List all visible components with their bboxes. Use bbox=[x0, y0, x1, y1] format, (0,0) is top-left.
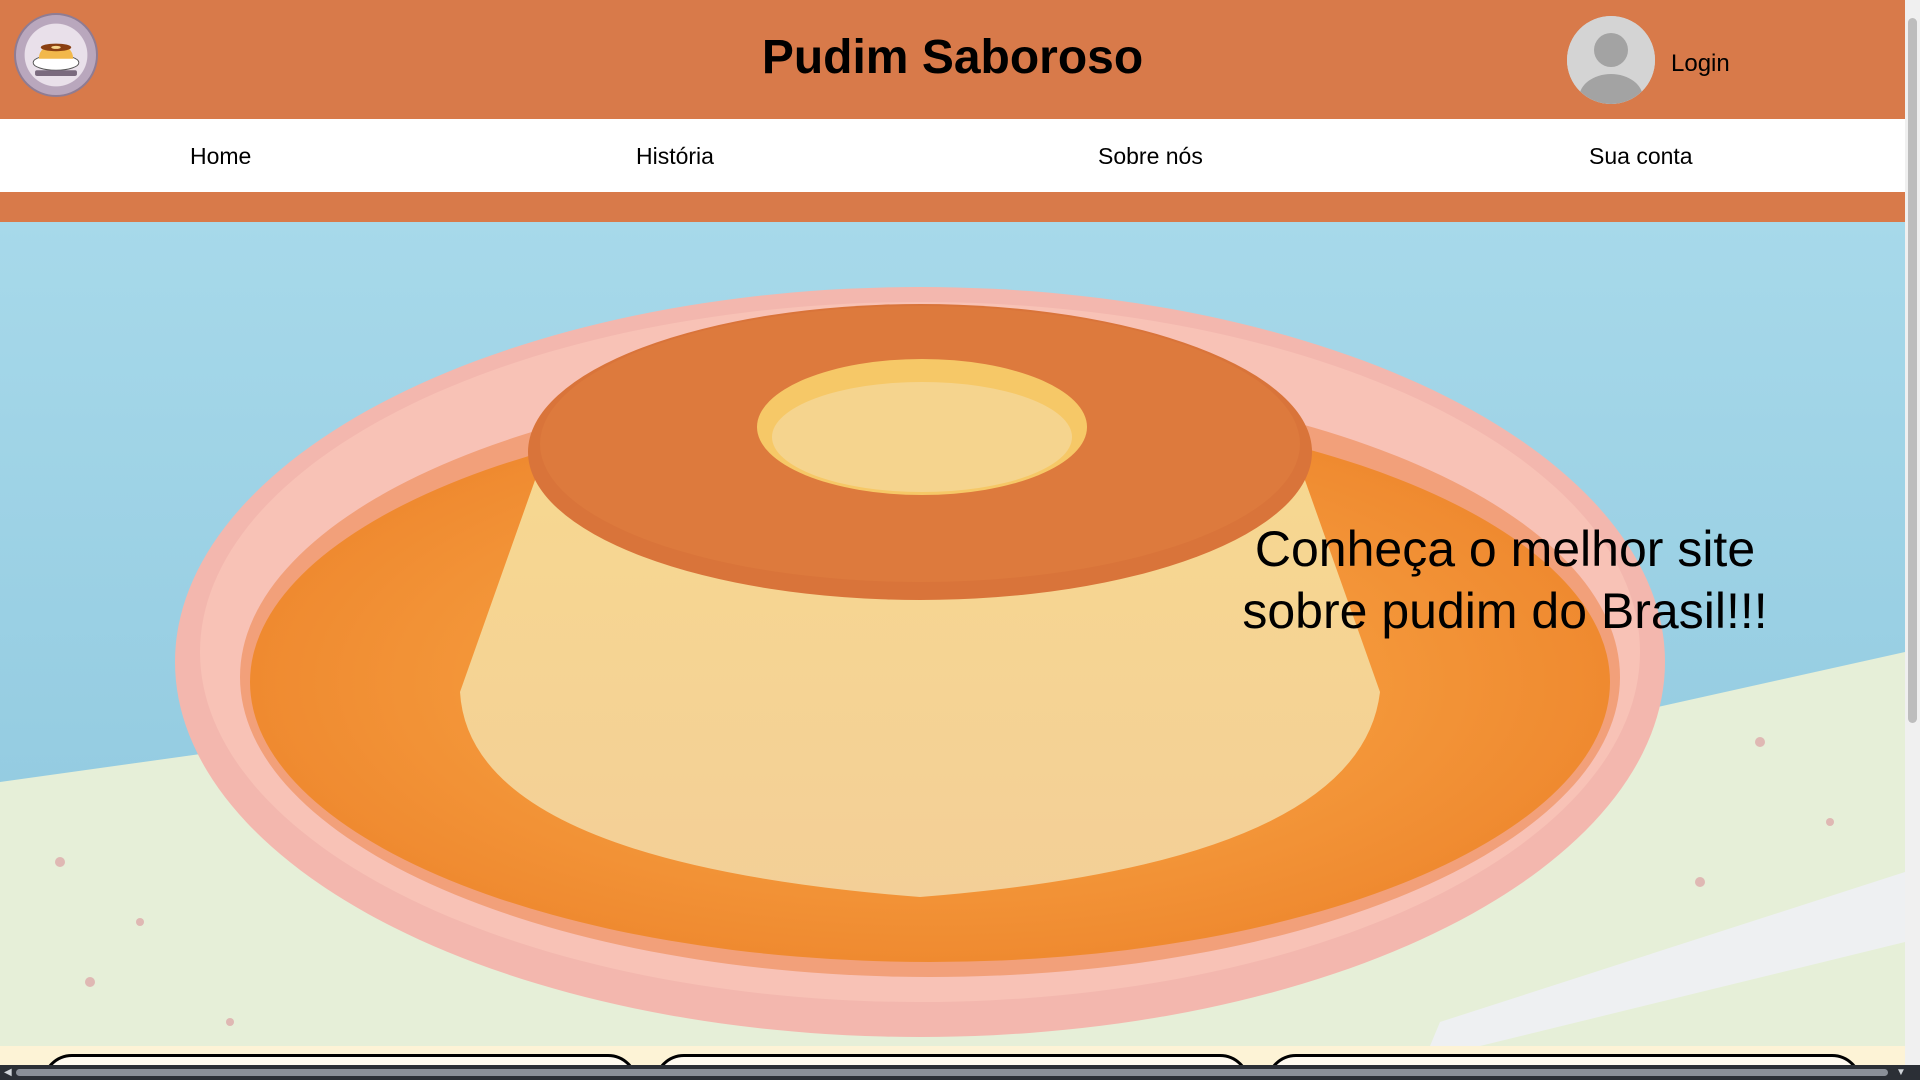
nav-item-historia[interactable]: História bbox=[636, 143, 714, 170]
horizontal-scroll-thumb[interactable] bbox=[16, 1069, 1888, 1076]
feature-card[interactable] bbox=[1266, 1054, 1862, 1065]
site-header: Pudim Saboroso Login bbox=[0, 0, 1905, 119]
horizontal-scrollbar[interactable]: ◀ ▼ bbox=[0, 1065, 1920, 1080]
scroll-down-arrow-icon[interactable]: ▼ bbox=[1896, 1065, 1906, 1080]
nav-item-sobre-nos[interactable]: Sobre nós bbox=[1098, 143, 1203, 170]
feature-cards bbox=[0, 1046, 1905, 1065]
hero-tagline-line-1: Conheça o melhor site bbox=[1254, 521, 1756, 577]
hero-tagline: Conheça o melhor site sobre pudim do Bra… bbox=[1200, 518, 1810, 642]
vertical-scrollbar[interactable] bbox=[1905, 0, 1920, 1065]
feature-card[interactable] bbox=[654, 1054, 1250, 1065]
scroll-left-arrow-icon[interactable]: ◀ bbox=[4, 1065, 12, 1080]
nav-item-home[interactable]: Home bbox=[190, 143, 251, 170]
main-nav: Home História Sobre nós Sua conta bbox=[0, 119, 1905, 192]
feature-card[interactable] bbox=[42, 1054, 638, 1065]
header-divider-strip bbox=[0, 192, 1905, 222]
hero-banner: Conheça o melhor site sobre pudim do Bra… bbox=[0, 222, 1905, 1046]
page: Pudim Saboroso Login Home História Sobre… bbox=[0, 0, 1905, 1065]
hero-tagline-line-2: sobre pudim do Brasil!!! bbox=[1242, 583, 1768, 639]
vertical-scroll-thumb[interactable] bbox=[1908, 18, 1917, 723]
nav-item-sua-conta[interactable]: Sua conta bbox=[1589, 143, 1693, 170]
login-link[interactable]: Login bbox=[1671, 50, 1730, 78]
user-avatar-icon[interactable] bbox=[1567, 16, 1655, 104]
